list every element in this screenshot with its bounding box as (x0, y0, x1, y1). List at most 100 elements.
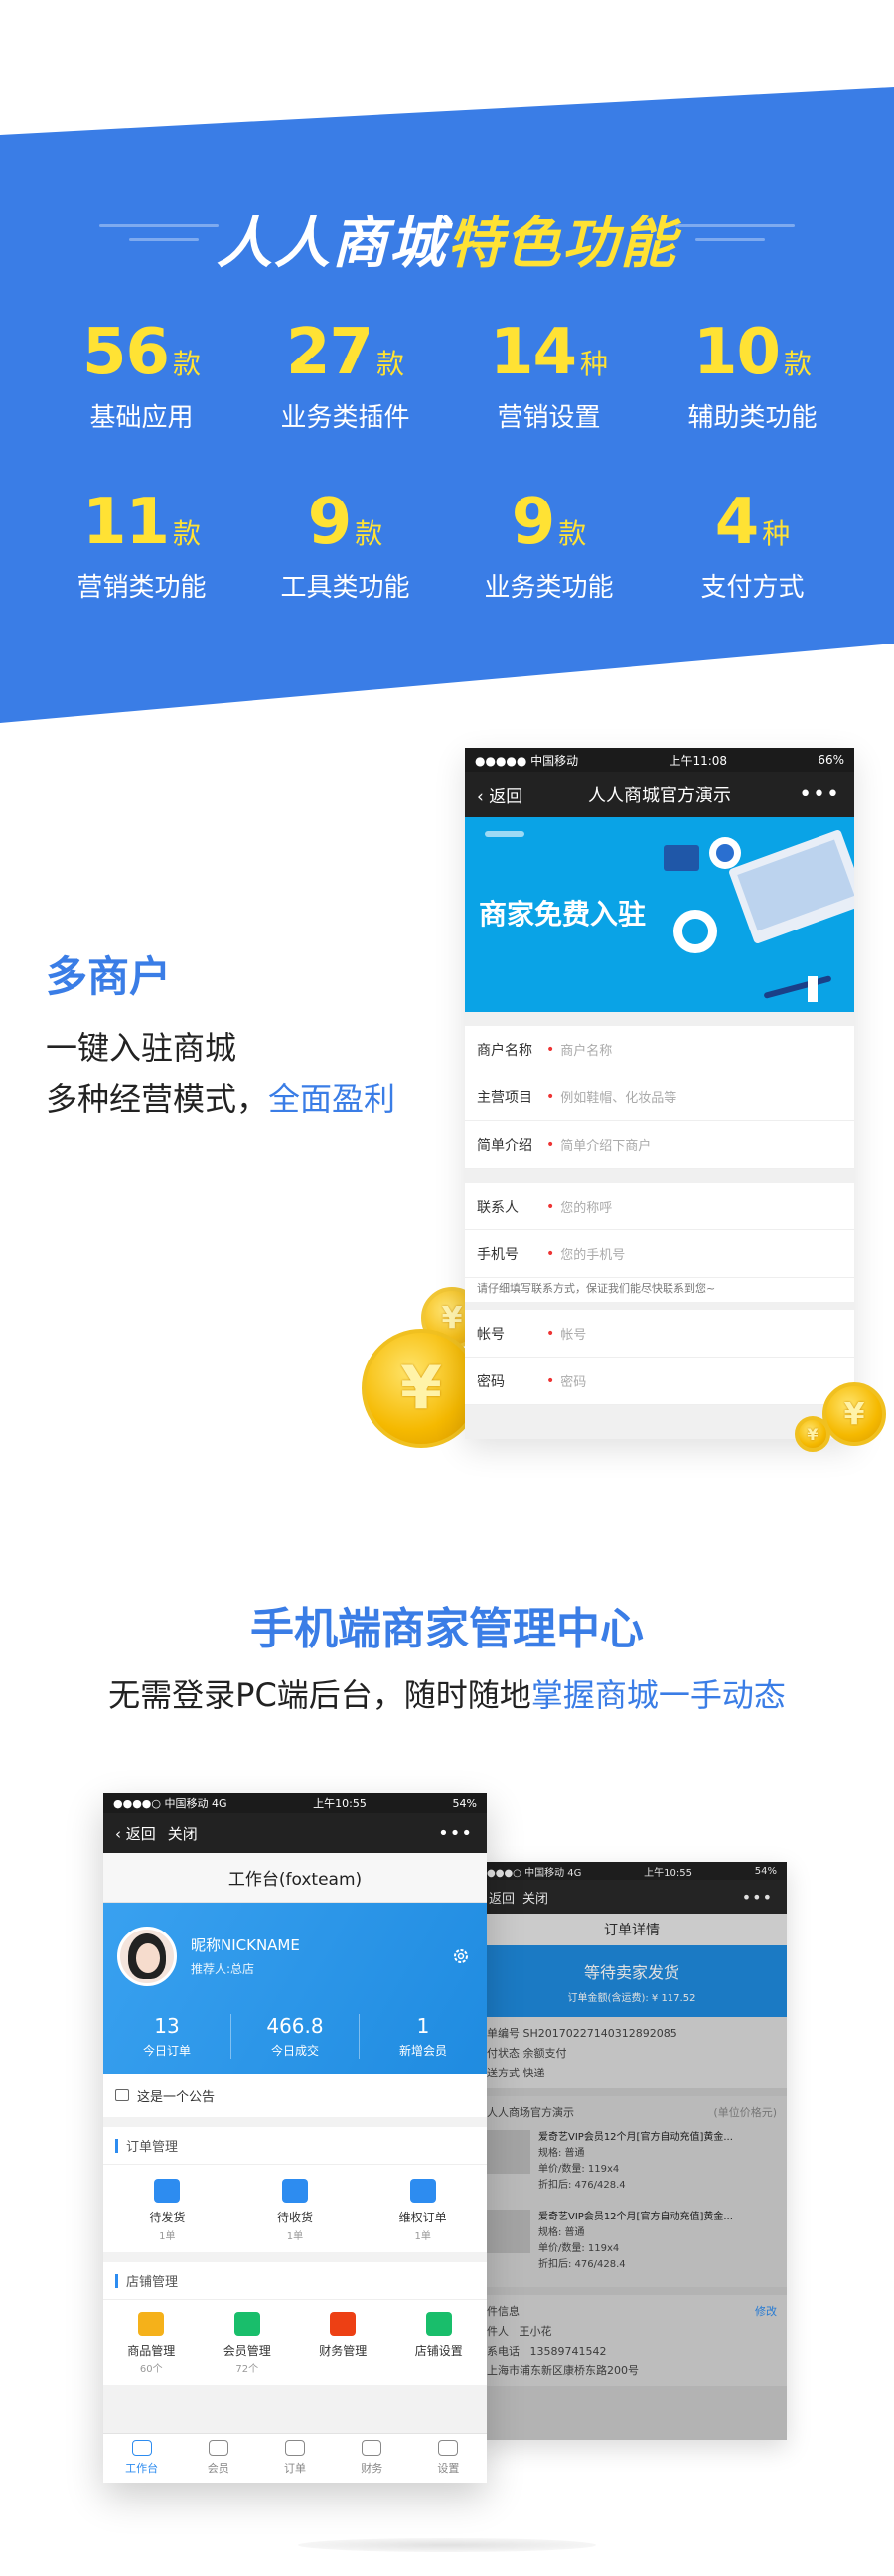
battery-text: 54% (754, 1865, 777, 1877)
shop-shortcuts: 商品管理 60个 会员管理 72个 财务管理 店铺设置 (103, 2300, 487, 2385)
back-button[interactable]: ‹ 返回 (115, 1823, 156, 1844)
back-button[interactable]: 返回 (489, 1888, 515, 1907)
tab-item[interactable]: 会员 (180, 2434, 256, 2483)
form-row[interactable]: 手机号 • 您的手机号 (465, 1230, 854, 1278)
stat-value: 9 (511, 486, 556, 559)
tab-icon (285, 2440, 305, 2456)
form-row[interactable]: 联系人 • 您的称呼 (465, 1183, 854, 1230)
gear-icon[interactable] (451, 1946, 471, 1966)
more-icon[interactable]: ••• (438, 1823, 473, 1844)
metric-value: 466.8 (266, 2014, 324, 2038)
shop-icon (330, 2312, 357, 2336)
tab-bar: 工作台 会员 订单 财务 设置 (103, 2433, 487, 2483)
field-input[interactable]: 帐号 (560, 1324, 586, 1343)
shortcut-item[interactable]: 财务管理 (303, 2312, 382, 2375)
tab-item[interactable]: 财务 (334, 2434, 410, 2483)
form-row[interactable]: 密码 • 密码 (465, 1358, 854, 1405)
field-label: 主营项目 (477, 1089, 532, 1106)
stat-item: 4 种支付方式 (651, 486, 854, 604)
shortcut-item[interactable]: 店铺设置 (399, 2312, 479, 2375)
banner-title: 人人商城特色功能 (0, 199, 894, 279)
stat-value: 27 (285, 316, 373, 389)
order-management-card: 订单管理 待发货 1单 待收货 1单 维权订单 1单 (103, 2127, 487, 2252)
battery-text: 66% (818, 753, 844, 767)
form-row[interactable]: 商户名称 • 商户名称 (465, 1026, 854, 1073)
form-row[interactable]: 主营项目 • 例如鞋帽、化妆品等 (465, 1073, 854, 1121)
stat-item: 56 款基础应用 (40, 316, 243, 434)
field-label: 联系人 (477, 1199, 519, 1216)
pay-status: 付状态 余额支付 (487, 2047, 567, 2060)
card-title: 订单管理 (126, 2140, 179, 2155)
field-input[interactable]: 密码 (560, 1371, 586, 1390)
metric-item[interactable]: 466.8 今日成交 (230, 2014, 359, 2059)
buyer-phone-row: 系电话 13589741542 (487, 2345, 607, 2358)
required-mark: • (546, 1198, 555, 1215)
more-icon[interactable]: ••• (742, 1888, 773, 1907)
stat-label: 营销类功能 (76, 573, 207, 603)
tab-item[interactable]: 工作台 (103, 2434, 180, 2483)
stat-value-row: 27 款 (243, 316, 447, 389)
metric-label: 今日成交 (270, 2044, 319, 2058)
shortcut-item[interactable]: 商品管理 60个 (111, 2312, 191, 2375)
mgmt-sub-text: 无需登录PC端后台，随时随地 (108, 1676, 531, 1714)
metric-item[interactable]: 13 今日订单 (103, 2014, 230, 2059)
field-input[interactable]: 您的称呼 (560, 1197, 612, 1216)
more-icon[interactable]: ••• (799, 783, 840, 807)
back-button[interactable]: ‹ 返回 (477, 783, 522, 807)
metric-item[interactable]: 1 新增会员 (359, 2014, 487, 2059)
list-item[interactable]: 爱奇艺VIP会员12个月[官方自动充值]黄金... 规格: 普通 单价/数量: … (477, 2202, 787, 2281)
page-title: 订单详情 (477, 1914, 787, 1945)
required-mark: • (546, 1136, 555, 1153)
shortcut-count: 1单 (286, 2231, 304, 2242)
mgmt-subheading: 无需登录PC端后台，随时随地掌握商城一手动态 (0, 1670, 894, 1716)
item-qty: 单价/数量: 119x4 (538, 2243, 620, 2254)
close-button[interactable]: 关闭 (168, 1823, 198, 1844)
buyer-name-row: 件人 王小花 (487, 2325, 552, 2338)
order-shortcuts: 待发货 1单 待收货 1单 维权订单 1单 (103, 2165, 487, 2252)
mgmt-heading: 手机端商家管理中心 (250, 1604, 644, 1654)
item-spec: 规格: 普通 (538, 2227, 585, 2238)
buyer-header: 件信息 修改 (477, 2301, 787, 2321)
shortcut-item[interactable]: 会员管理 72个 (208, 2312, 287, 2375)
form-row[interactable]: 简单介绍 • 简单介绍下商户 (465, 1121, 854, 1169)
avatar[interactable] (117, 1927, 177, 1986)
field-input[interactable]: 您的手机号 (560, 1244, 625, 1263)
clock-text: 上午10:55 (313, 1797, 367, 1810)
list-item[interactable]: 爱奇艺VIP会员12个月[官方自动充值]黄金... 规格: 普通 单价/数量: … (477, 2122, 787, 2202)
notice-bar[interactable]: 这是一个公告 (103, 2074, 487, 2117)
field-label: 商户名称 (477, 1042, 532, 1059)
field-label: 简单介绍 (477, 1137, 532, 1154)
merchant-signup-phone: ●●●●● 中国移动 上午11:08 66% ‹ 返回 人人商城官方演示 •••… (465, 748, 854, 1439)
stat-value: 14 (489, 316, 577, 389)
form-row[interactable]: 帐号 • 帐号 (465, 1310, 854, 1358)
tab-label: 工作台 (125, 2462, 159, 2475)
stat-unit: 种 (762, 517, 791, 550)
tab-item[interactable]: 订单 (256, 2434, 333, 2483)
buyer-section-title: 件信息 (487, 2305, 520, 2318)
field-input[interactable]: 简单介绍下商户 (560, 1135, 651, 1154)
buyer-address: 上海市浦东新区康桥东路200号 (487, 2364, 639, 2377)
field-input[interactable]: 商户名称 (560, 1040, 612, 1059)
shortcut-item[interactable]: 维权订单 1单 (383, 2179, 463, 2242)
carrier-text: ●●●●○ 中国移动 4G (113, 1797, 227, 1810)
stat-value: 11 (81, 486, 170, 559)
tab-item[interactable]: 设置 (410, 2434, 487, 2483)
merchant-line2-text: 多种经营模式， (46, 1080, 269, 1118)
shortcut-label: 待收货 (276, 2211, 313, 2224)
carrier-text: ●●●●● 中国移动 (475, 753, 579, 768)
shortcut-item[interactable]: 待收货 1单 (255, 2179, 335, 2242)
shortcut-label: 商品管理 (127, 2344, 176, 2358)
field-input[interactable]: 例如鞋帽、化妆品等 (560, 1087, 676, 1106)
close-button[interactable]: 关闭 (522, 1888, 548, 1907)
modify-link[interactable]: 修改 (755, 2303, 777, 2319)
shortcut-item[interactable]: 待发货 1单 (127, 2179, 207, 2242)
shortcut-count: 60个 (139, 2364, 163, 2375)
stat-item: 9 款业务类功能 (447, 486, 651, 604)
form-hint: 请仔细填写联系方式，保证我们能尽快联系到您~ (465, 1278, 854, 1302)
stat-value: 4 (714, 486, 760, 559)
promo-banner: 商家免费入驻 (465, 817, 854, 1012)
metrics-row: 13 今日订单 466.8 今日成交 1 新增会员 (103, 2014, 487, 2059)
store-icon (115, 2089, 129, 2101)
page-title: 人人商城官方演示 (588, 786, 731, 806)
metric-value: 13 (154, 2014, 180, 2038)
